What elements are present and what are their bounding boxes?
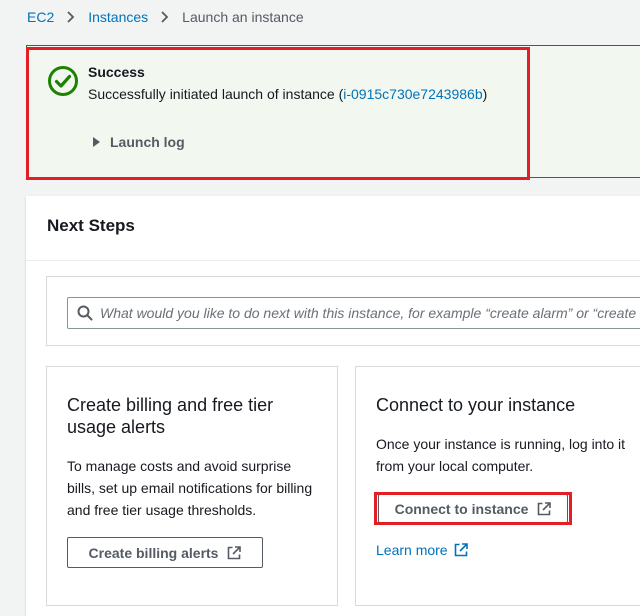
chevron-right-icon bbox=[67, 11, 75, 23]
create-billing-alerts-button[interactable]: Create billing alerts bbox=[67, 537, 263, 568]
next-steps-title: Next Steps bbox=[47, 216, 135, 235]
launch-log-toggle[interactable]: Launch log bbox=[93, 134, 185, 150]
create-billing-alerts-label: Create billing alerts bbox=[88, 544, 219, 561]
breadcrumb-instances-link[interactable]: Instances bbox=[88, 9, 148, 25]
billing-card-body: To manage costs and avoid surprise bills… bbox=[67, 458, 313, 518]
check-circle-icon bbox=[48, 66, 78, 96]
search-input[interactable] bbox=[100, 305, 640, 321]
learn-more-link[interactable]: Learn more bbox=[376, 542, 468, 558]
flash-message: Successfully initiated launch of instanc… bbox=[88, 86, 487, 102]
billing-card-title: Create billing and free tier usage alert… bbox=[67, 395, 274, 437]
connect-card-title: Connect to your instance bbox=[376, 395, 576, 415]
next-steps-divider bbox=[26, 260, 640, 261]
learn-more-label: Learn more bbox=[376, 542, 448, 558]
caret-right-icon bbox=[93, 137, 100, 147]
launch-log-label: Launch log bbox=[110, 134, 185, 150]
external-link-icon bbox=[228, 545, 242, 559]
chevron-right-icon bbox=[161, 11, 169, 23]
breadcrumb: EC2 Instances Launch an instance bbox=[27, 6, 304, 28]
connect-card-body: Once your instance is running, log into … bbox=[376, 436, 626, 474]
instance-id-link[interactable]: i-0915c730e7243986b bbox=[343, 86, 482, 102]
flash-message-prefix: Successfully initiated launch of instanc… bbox=[88, 86, 344, 102]
next-steps-search[interactable] bbox=[67, 297, 640, 329]
flash-title: Success bbox=[88, 64, 145, 80]
flash-message-suffix: ) bbox=[482, 86, 488, 102]
search-icon bbox=[77, 305, 93, 321]
external-link-icon bbox=[454, 543, 468, 557]
breadcrumb-ec2-link[interactable]: EC2 bbox=[27, 9, 54, 25]
external-link-icon bbox=[538, 501, 552, 515]
connect-to-instance-button[interactable]: Connect to instance bbox=[378, 494, 568, 523]
connect-to-instance-label: Connect to instance bbox=[394, 500, 529, 517]
breadcrumb-current: Launch an instance bbox=[182, 9, 304, 25]
